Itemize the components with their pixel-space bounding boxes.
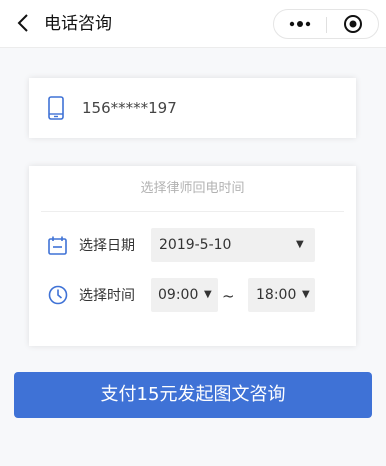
time-separator: ~ bbox=[222, 287, 235, 305]
more-dots-icon bbox=[289, 21, 311, 27]
end-time-select[interactable]: 18:00 ▼ bbox=[248, 278, 315, 312]
page-title: 电话咨询 bbox=[44, 14, 112, 34]
start-time-value: 09:00 bbox=[158, 287, 199, 303]
callback-title: 选择律师回电时间 bbox=[140, 181, 245, 196]
target-circle-icon bbox=[344, 15, 362, 33]
calendar-icon bbox=[48, 236, 67, 255]
phone-icon bbox=[48, 96, 64, 120]
page: 电话咨询 156*****197 选择律师回电时间 选择日期 2019-5-10… bbox=[0, 0, 386, 466]
dropdown-arrow-icon: ▼ bbox=[302, 289, 310, 300]
chevron-left-icon bbox=[17, 14, 28, 32]
dropdown-arrow-icon: ▼ bbox=[296, 239, 304, 250]
more-button[interactable] bbox=[274, 10, 326, 38]
dropdown-arrow-icon: ▼ bbox=[204, 289, 212, 300]
time-label: 选择时间 bbox=[79, 288, 135, 304]
pay-button[interactable]: 支付15元发起图文咨询 bbox=[14, 372, 372, 418]
start-time-select[interactable]: 09:00 ▼ bbox=[151, 278, 218, 312]
clock-icon bbox=[48, 285, 68, 305]
close-button[interactable] bbox=[327, 10, 379, 38]
phone-card: 156*****197 bbox=[29, 78, 356, 138]
mini-program-capsule bbox=[273, 9, 379, 39]
date-value: 2019-5-10 bbox=[159, 237, 232, 253]
end-time-value: 18:00 bbox=[256, 287, 297, 303]
date-select[interactable]: 2019-5-10 ▼ bbox=[151, 228, 315, 262]
callback-time-card: 选择律师回电时间 选择日期 2019-5-10 ▼ 选择时间 09:00 ▼ ~… bbox=[29, 166, 356, 346]
nav-bar: 电话咨询 bbox=[0, 0, 386, 48]
divider bbox=[41, 211, 344, 212]
date-label: 选择日期 bbox=[79, 238, 135, 254]
back-button[interactable] bbox=[6, 6, 40, 40]
phone-number: 156*****197 bbox=[82, 99, 177, 117]
